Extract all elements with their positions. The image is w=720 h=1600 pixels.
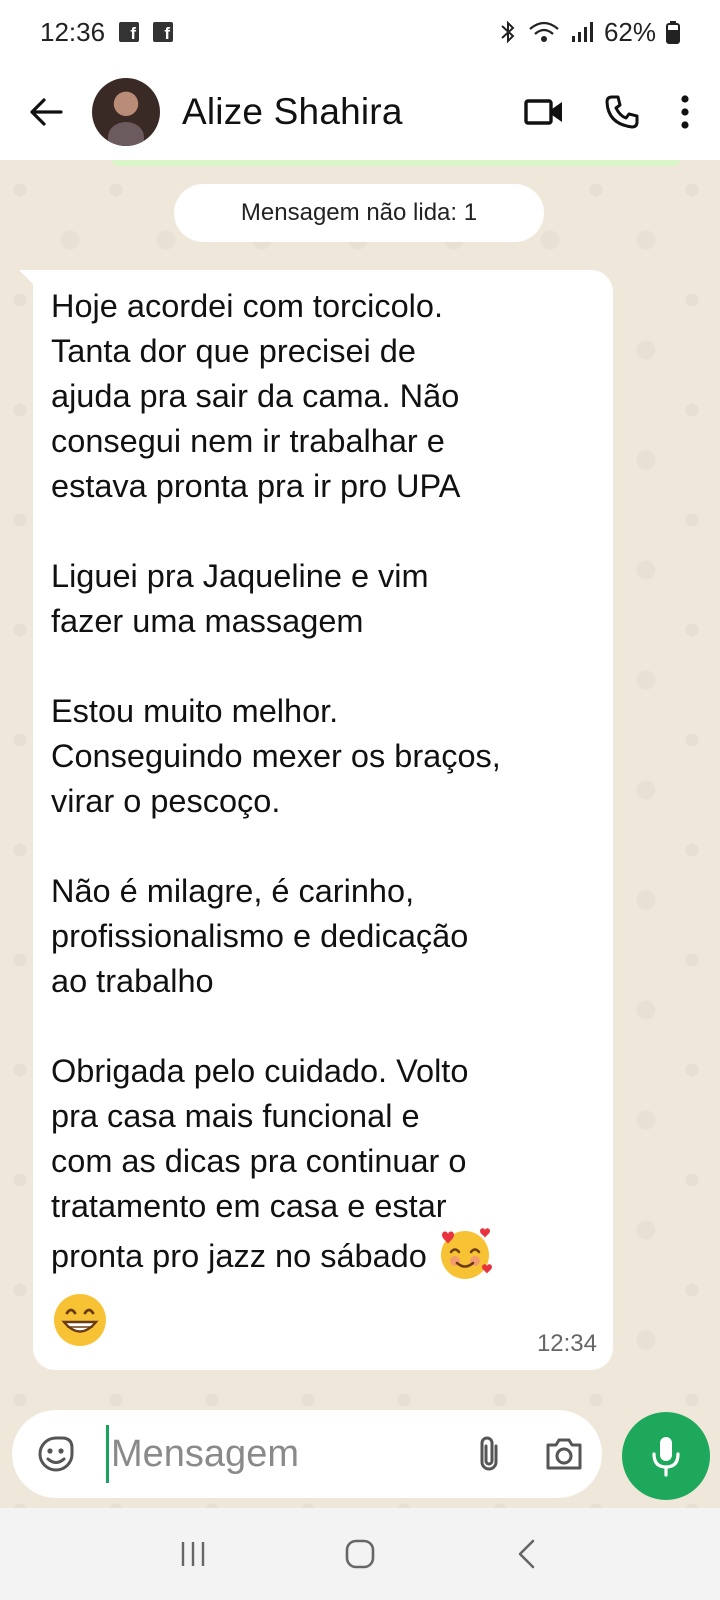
more-vert-icon[interactable] [680,95,690,129]
signal-icon [570,20,594,44]
message-paragraph: Liguei pra Jaqueline e vim fazer uma mas… [51,558,429,639]
video-call-icon[interactable] [524,96,564,128]
contact-name[interactable]: Alize Shahira [182,91,403,133]
text-cursor [106,1425,109,1483]
bluetooth-icon [498,20,518,44]
message-paragraph: Estou muito melhor. Conseguindo mexer os… [51,693,501,819]
message-time: 12:34 [536,1330,597,1357]
message-paragraph: Não é milagre, é carinho, profissionalis… [51,873,469,999]
mic-icon [651,1435,681,1477]
smiling-face-with-hearts-emoji [440,1228,492,1279]
back-arrow-icon[interactable] [16,82,76,142]
chat-header: Alize Shahira [0,64,720,160]
back-icon[interactable] [497,1524,557,1584]
sticker-icon[interactable] [32,1430,80,1478]
camera-icon[interactable] [544,1437,584,1471]
message-composer [12,1410,602,1498]
message-paragraph: Obrigada pelo cuidado. Volto pra casa ma… [51,1053,469,1224]
status-time: 12:36 [40,16,106,47]
facebook-icon: f [119,22,140,42]
grinning-face-emoji [54,1294,106,1346]
wifi-icon [528,20,560,44]
phone-call-icon[interactable] [604,94,640,130]
previous-message-edge [112,160,680,166]
recent-apps-icon[interactable] [163,1524,223,1584]
chat-area[interactable]: Mensagem não lida: 1 Hoje acordei com to… [0,160,720,1508]
avatar[interactable] [92,78,160,146]
message-paragraph: Hoje acordei com torcicolo. Tanta dor qu… [51,288,461,504]
message-bubble[interactable]: Hoje acordei com torcicolo. Tanta dor qu… [19,270,613,1370]
message-input[interactable] [111,1432,441,1476]
message-last-line-text: pronta pro jazz no sábado [51,1238,436,1274]
attach-icon[interactable] [476,1434,502,1474]
facebook-icon: f [153,22,174,42]
status-bar: 12:36 f f 62% [0,0,720,64]
unread-messages-label: Mensagem não lida: 1 [174,184,544,242]
home-icon[interactable] [330,1524,390,1584]
mic-button[interactable] [622,1412,710,1500]
battery-label: 62% [603,16,656,47]
message-last-line: pronta pro jazz no sábado [51,1225,595,1285]
system-nav-bar [0,1508,720,1600]
battery-icon [666,20,680,44]
